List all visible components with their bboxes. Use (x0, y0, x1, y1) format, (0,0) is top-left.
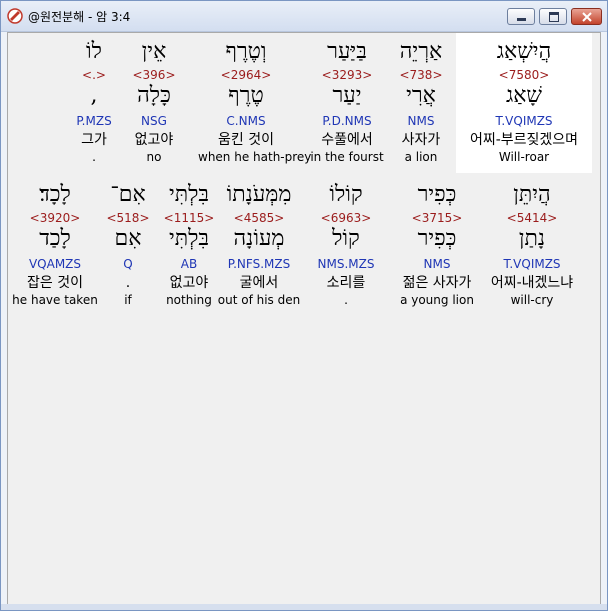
strong-number: <7580> (498, 68, 550, 82)
hebrew-word: לָכָד׃ (39, 182, 71, 207)
hebrew-word: כְּפִיר (417, 182, 457, 207)
parsing-code: C.NMS (226, 114, 266, 128)
strong-number: <2964> (220, 68, 272, 82)
english-gloss: Will-roar (498, 150, 550, 164)
korean-gloss: 소리를 (326, 275, 366, 291)
korean-gloss: 수풀에서 (321, 132, 373, 148)
korean-gloss: 어찌-부르짖겠으며 (469, 132, 579, 148)
parsing-code: T.VQIMZS (503, 257, 561, 271)
hebrew-word: לוֹ (86, 39, 102, 64)
hebrew-lemma: נָתַן (518, 226, 546, 251)
maximize-button[interactable] (539, 8, 567, 25)
word-analysis-panel: הֲיִשְׁאַג <7580> שָׁאַג T.VQIMZS 어찌-부르짖겠으며 W… (7, 32, 601, 605)
window-bottom-border (1, 604, 607, 610)
word-cell[interactable]: לָכָד׃ <3920> לָכַד VQAMZS 잡은 것이 he have take… (11, 176, 99, 312)
parsing-code: NMS.MZS (317, 257, 375, 271)
english-gloss: will-cry (510, 293, 554, 307)
window-title: @원전분해 - 암 3:4 (28, 10, 131, 24)
hebrew-lemma: , (90, 83, 98, 108)
hebrew-lemma: יַעַר (332, 83, 362, 108)
minimize-button[interactable] (507, 8, 535, 25)
word-cell[interactable]: קוֹלוֹ <6963> קוֹל NMS.MZS 소리를. (302, 176, 390, 312)
strong-number: <6963> (320, 211, 372, 225)
word-cell[interactable]: כְּפִיר <3715> כְּפִיר NMS 젊은 사자가 a young lio… (393, 176, 481, 312)
hebrew-word: בַּיַּעַר (327, 39, 367, 64)
word-cell[interactable]: לוֹ <.>, P.MZS 그가. (46, 33, 142, 169)
parsing-code: NMS (423, 257, 451, 271)
strong-number: <3920> (29, 211, 81, 225)
strong-number: <5414> (506, 211, 558, 225)
title-bar[interactable]: @원전분해 - 암 3:4 (1, 1, 607, 32)
english-gloss: in the fourst (310, 150, 384, 164)
strong-number: <3715> (411, 211, 463, 225)
english-gloss: . (344, 293, 348, 307)
parsing-code: P.MZS (76, 114, 112, 128)
app-logo-icon (7, 8, 23, 24)
parsing-code: VQAMZS (28, 257, 82, 271)
strong-number: <3293> (321, 68, 373, 82)
word-cell[interactable]: וְטֶרֶף <2964> טֶרֶף C.NMS 움킨 것이 when he hath… (198, 33, 312, 169)
word-cell[interactable]: הֲיִשְׁאַג <7580> שָׁאַג T.VQIMZS 어찌-부르짖겠으며 W… (456, 33, 592, 173)
english-gloss: when he hath-prey (198, 150, 312, 164)
hebrew-word: הֲיִתֵּן (513, 182, 551, 207)
hebrew-word: קוֹלוֹ (329, 182, 363, 207)
hebrew-lemma: כְּפִיר (417, 226, 457, 251)
close-button[interactable] (571, 8, 602, 25)
parsing-code: P.D.NMS (322, 114, 372, 128)
app-window: @원전분해 - 암 3:4 הֲיִשְׁאַג <7580> שָׁאַג T.VQ… (0, 0, 608, 611)
korean-gloss: 잡은 것이 (27, 275, 83, 291)
korean-gloss: 어찌-내겠느냐 (490, 275, 574, 291)
english-gloss: he have taken (12, 293, 98, 307)
hebrew-word: וְטֶרֶף (225, 39, 267, 64)
korean-gloss: 그가 (81, 132, 107, 148)
word-cell[interactable]: בַּיַּעַר <3293> יַעַר P.D.NMS 수풀에서 in the fo… (299, 33, 395, 169)
hebrew-lemma: טֶרֶף (228, 83, 264, 108)
english-gloss: . (92, 150, 96, 164)
hebrew-lemma: קוֹל (332, 226, 360, 251)
hebrew-word: הֲיִשְׁאַג (496, 39, 552, 64)
hebrew-lemma: לָכַד (39, 226, 71, 251)
close-icon (582, 12, 592, 22)
strong-number: <.> (82, 68, 106, 82)
hebrew-lemma: שָׁאַג (505, 83, 543, 108)
korean-gloss: 움킨 것이 (218, 132, 274, 148)
word-cell[interactable]: הֲיִתֵּן <5414> נָתַן T.VQIMZS 어찌-내겠느냐 will-c… (488, 176, 576, 312)
parsing-code: T.VQIMZS (495, 114, 553, 128)
korean-gloss: 젊은 사자가 (402, 275, 472, 291)
english-gloss: a young lion (400, 293, 474, 307)
